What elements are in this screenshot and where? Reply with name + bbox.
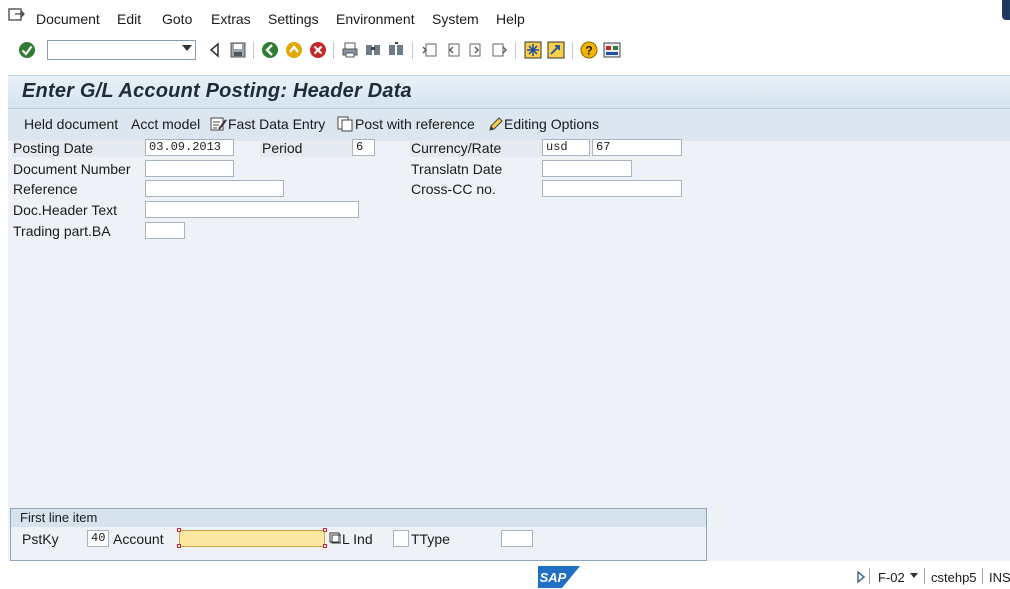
menu-edit[interactable]: Edit (117, 11, 141, 27)
reference-field[interactable] (145, 180, 284, 197)
posting-date-label: Posting Date (13, 140, 94, 156)
copy-document-icon (337, 116, 353, 132)
window-corner-mark (1002, 0, 1010, 20)
toolbar-separator (572, 42, 573, 59)
document-number-label: Document Number (13, 161, 131, 177)
selection-handle (323, 528, 327, 532)
toolbar-separator (253, 42, 254, 59)
menu-help[interactable]: Help (496, 11, 525, 27)
exit-icon[interactable] (285, 41, 303, 59)
previous-page-icon[interactable] (444, 41, 462, 59)
currency-rate-label: Currency/Rate (411, 140, 502, 156)
selection-handle (323, 544, 327, 548)
transaction-dropdown-icon[interactable] (910, 573, 918, 578)
help-icon[interactable]: ? (580, 41, 598, 59)
last-page-icon[interactable] (490, 41, 508, 59)
back-icon[interactable] (206, 41, 224, 59)
status-expand-icon[interactable] (856, 571, 866, 583)
shortcut-icon[interactable] (547, 41, 565, 59)
editing-options-button[interactable]: Editing Options (488, 116, 599, 132)
translatn-date-label: Translatn Date (411, 161, 503, 177)
menu-settings[interactable]: Settings (268, 11, 319, 27)
exchange-rate-field[interactable]: 67 (592, 139, 682, 156)
insert-mode: INS (989, 570, 1010, 585)
status-separator (924, 568, 925, 584)
menu-extras[interactable]: Extras (211, 11, 251, 27)
print-icon[interactable] (341, 41, 359, 59)
svg-text:?: ? (585, 44, 592, 58)
status-separator (982, 568, 983, 584)
save-icon[interactable] (229, 41, 247, 59)
sgl-ind-label: L Ind (342, 531, 373, 547)
system-menu-icon[interactable] (8, 7, 26, 23)
menu-environment[interactable]: Environment (336, 11, 415, 27)
ttype-field[interactable] (501, 530, 533, 547)
document-number-field[interactable] (145, 160, 234, 177)
doc-header-text-field[interactable] (145, 201, 359, 218)
sgl-ind-field[interactable] (393, 530, 409, 547)
toolbar-separator (333, 42, 334, 59)
selection-handle (177, 528, 181, 532)
account-label: Account (113, 531, 164, 547)
selection-handle (177, 544, 181, 548)
value-help-icon[interactable] (329, 532, 341, 544)
reference-label: Reference (13, 181, 78, 197)
transaction-code: F-02 (878, 570, 905, 585)
cancel-icon[interactable] (309, 41, 327, 59)
chevron-down-icon[interactable] (182, 45, 192, 51)
translatn-date-field[interactable] (542, 160, 632, 177)
doc-header-text-label: Doc.Header Text (13, 202, 118, 218)
sap-logo: SAP (538, 566, 580, 588)
server-name: cstehp5 (931, 570, 977, 585)
command-field[interactable] (47, 40, 196, 60)
cross-cc-field[interactable] (542, 180, 682, 197)
customize-layout-icon[interactable] (603, 41, 621, 59)
group-title: First line item (20, 510, 98, 525)
posting-date-field[interactable]: 03.09.2013 (145, 139, 234, 156)
post-with-reference-label: Post with reference (355, 116, 475, 132)
page-title: Enter G/L Account Posting: Header Data (22, 80, 412, 102)
pencil-icon (489, 117, 503, 131)
trading-part-ba-field[interactable] (145, 222, 185, 239)
pstky-field[interactable]: 40 (87, 530, 109, 547)
menu-document[interactable]: Document (36, 11, 100, 27)
menu-system[interactable]: System (432, 11, 479, 27)
trading-part-ba-label: Trading part.BA (13, 223, 111, 239)
currency-field[interactable]: usd (542, 139, 590, 156)
account-field[interactable] (179, 530, 325, 547)
period-label: Period (262, 140, 303, 156)
toolbar-separator (515, 42, 516, 59)
menu-goto[interactable]: Goto (162, 11, 192, 27)
editing-options-label: Editing Options (504, 116, 599, 132)
held-document-button[interactable]: Held document (24, 116, 118, 132)
fast-data-entry-button[interactable]: Fast Data Entry (210, 116, 325, 132)
next-page-icon[interactable] (467, 41, 485, 59)
status-separator (869, 568, 870, 584)
group-header (11, 509, 706, 527)
period-field[interactable]: 6 (352, 139, 375, 156)
back-nav-icon[interactable] (261, 41, 279, 59)
find-next-icon[interactable] (387, 41, 405, 59)
ttype-label: TType (411, 531, 450, 547)
enter-icon[interactable] (18, 41, 36, 59)
find-icon[interactable] (364, 41, 382, 59)
cross-cc-label: Cross-CC no. (411, 181, 496, 197)
acct-model-button[interactable]: Acct model (131, 116, 200, 132)
fast-data-entry-label: Fast Data Entry (228, 116, 326, 132)
fast-entry-icon (210, 117, 227, 131)
first-page-icon[interactable] (421, 41, 439, 59)
post-with-reference-button[interactable]: Post with reference (337, 116, 475, 132)
sap-logo-text: SAP (540, 570, 567, 585)
create-session-icon[interactable] (524, 41, 542, 59)
pstky-label: PstKy (22, 531, 59, 547)
toolbar-separator (412, 42, 413, 59)
